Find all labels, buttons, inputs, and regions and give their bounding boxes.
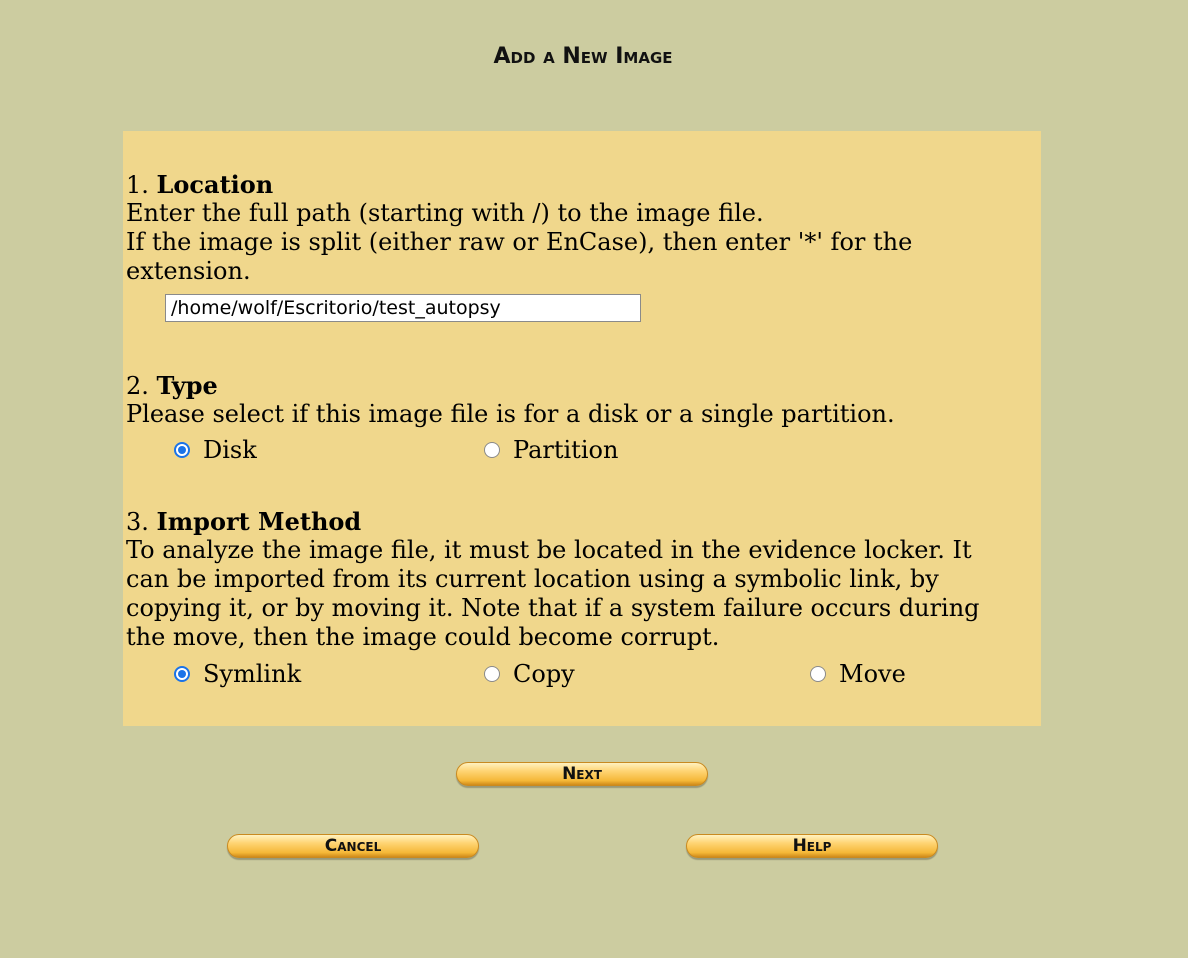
import-option-symlink[interactable]: Symlink (174, 659, 301, 689)
cancel-button[interactable]: Cancel (227, 834, 479, 858)
type-description: Please select if this image file is for … (126, 400, 895, 428)
image-path-input[interactable] (165, 294, 641, 322)
location-title: Location (156, 170, 274, 199)
radio-unchecked-icon[interactable] (810, 666, 826, 682)
type-heading: 2. Type (126, 371, 218, 401)
page-title: Add a New Image (493, 44, 673, 69)
next-button[interactable]: Next (456, 762, 708, 786)
form-panel: 1. Location Enter the full path (startin… (123, 131, 1041, 726)
type-title: Type (156, 371, 218, 400)
type-option-partition-label: Partition (513, 436, 619, 464)
import-option-copy-label: Copy (513, 660, 575, 688)
location-line-1: Enter the full path (starting with /) to… (126, 199, 764, 227)
help-button[interactable]: Help (686, 834, 938, 858)
import-option-copy[interactable]: Copy (484, 659, 575, 689)
location-line-2: If the image is split (either raw or EnC… (126, 228, 913, 285)
type-option-disk-label: Disk (203, 436, 257, 464)
radio-unchecked-icon[interactable] (484, 666, 500, 682)
import-heading: 3. Import Method (126, 507, 361, 537)
import-description: To analyze the image file, it must be lo… (126, 536, 980, 651)
type-number: 2. (126, 372, 149, 400)
import-option-move-label: Move (839, 660, 906, 688)
location-number: 1. (126, 171, 149, 199)
type-option-partition[interactable]: Partition (484, 435, 618, 465)
import-option-symlink-label: Symlink (203, 660, 302, 688)
import-title: Import Method (156, 507, 362, 536)
location-heading: 1. Location (126, 170, 273, 200)
radio-checked-icon[interactable] (174, 442, 190, 458)
radio-unchecked-icon[interactable] (484, 442, 500, 458)
import-number: 3. (126, 508, 149, 536)
radio-checked-icon[interactable] (174, 666, 190, 682)
import-option-move[interactable]: Move (810, 659, 906, 689)
type-option-disk[interactable]: Disk (174, 435, 257, 465)
